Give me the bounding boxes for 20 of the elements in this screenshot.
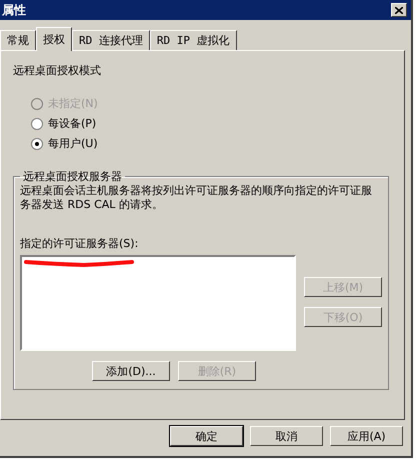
server-list[interactable]	[20, 255, 296, 351]
radio-button[interactable]	[31, 138, 43, 150]
list-label: 指定的许可证服务器(S):	[20, 236, 140, 251]
dialog-button[interactable]: 应用(A)	[330, 426, 403, 446]
group-title: 远程桌面授权服务器	[22, 169, 123, 184]
list-action-button[interactable]: 添加(D)...	[92, 361, 170, 381]
dialog-button[interactable]: 确定	[170, 426, 243, 446]
dialog-button[interactable]: 取消	[250, 426, 323, 446]
radio-option[interactable]: 每设备(P)	[31, 116, 386, 131]
close-button[interactable]	[391, 3, 407, 17]
tab[interactable]: RD IP 虚拟化	[150, 30, 237, 50]
description: 远程桌面会话主机服务器将按列出许可证服务器的顺序向指定的许可证服务器发送 RDS CAL 的请求。	[20, 184, 373, 212]
section-label: 远程桌面授权模式	[13, 63, 102, 78]
close-icon	[395, 6, 403, 14]
radio-button[interactable]	[31, 118, 43, 130]
tab[interactable]: RD 连接代理	[72, 30, 150, 50]
tab[interactable]: 常规	[0, 30, 36, 50]
radio-option[interactable]: 每用户(U)	[31, 136, 386, 151]
window-title: 属性	[2, 2, 26, 18]
tab[interactable]: 授权	[36, 27, 72, 51]
